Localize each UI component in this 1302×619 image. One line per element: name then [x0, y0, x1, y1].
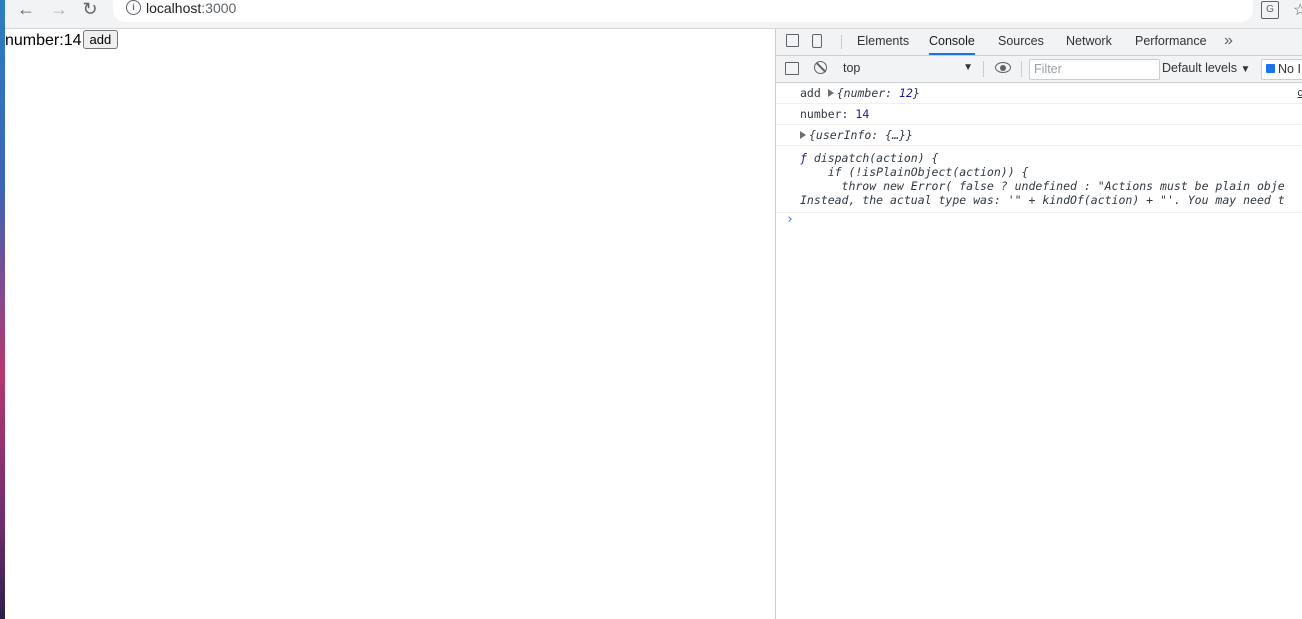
forward-arrow-icon[interactable]: →	[47, 0, 71, 20]
translate-icon[interactable]: G	[1261, 1, 1279, 19]
browser-toolbar: ← → ↻ i localhost:3000 G ☆	[5, 0, 1302, 29]
function-line: dispatch(action) {	[806, 151, 939, 165]
issues-label: No I	[1278, 62, 1301, 76]
log-levels-label: Default levels	[1162, 61, 1238, 75]
console-log-label: add	[800, 86, 821, 100]
console-message: add {number: 12} c	[776, 83, 1302, 104]
counter-row: number:14 add	[5, 30, 119, 50]
console-object[interactable]: {userInfo: {…}}	[809, 128, 913, 142]
function-line: Instead, the actual type was: '" + kindO…	[800, 193, 1285, 207]
expand-triangle-icon[interactable]	[827, 89, 834, 97]
console-sidebar-icon[interactable]	[785, 62, 799, 75]
console-function-message[interactable]: ƒ dispatch(action) { if (!isPlainObject(…	[776, 146, 1302, 213]
dropdown-arrow-icon: ▼	[1240, 64, 1251, 75]
toolbar-divider	[1021, 61, 1022, 77]
tab-network[interactable]: Network	[1066, 29, 1112, 55]
function-keyword: ƒ	[800, 151, 807, 165]
function-line: if (!isPlainObject(action)) {	[800, 165, 1029, 179]
device-toolbar-icon[interactable]	[812, 34, 822, 48]
info-icon[interactable]: i	[126, 0, 141, 15]
console-output: add {number: 12} c number: 14 {userInfo: …	[776, 83, 1302, 619]
log-levels-dropdown[interactable]: Default levels ▼	[1162, 59, 1250, 79]
tabbar-divider	[841, 35, 842, 49]
devtools-tabbar: Elements Console Sources Network Perform…	[776, 29, 1302, 56]
tab-performance[interactable]: Performance	[1135, 29, 1207, 55]
page-viewport: number:14 add	[5, 29, 775, 619]
toolbar-divider	[983, 61, 984, 77]
url-port: :3000	[201, 0, 237, 16]
live-expression-eye-icon[interactable]	[995, 62, 1011, 73]
more-tabs-chevron-icon[interactable]: »	[1224, 29, 1233, 53]
object-value: 12	[899, 86, 913, 100]
issues-flag-icon	[1266, 64, 1275, 73]
url-text[interactable]: localhost:3000	[146, 0, 236, 16]
context-selector[interactable]: top ▼	[843, 59, 977, 79]
bookmark-star-icon[interactable]: ☆	[1293, 0, 1302, 20]
back-arrow-icon[interactable]: ←	[14, 0, 38, 20]
devtools-panel: Elements Console Sources Network Perform…	[775, 29, 1302, 619]
console-prompt-chevron-icon[interactable]: ›	[786, 212, 794, 227]
context-label: top	[843, 61, 861, 75]
clear-console-icon[interactable]	[814, 61, 827, 74]
add-button[interactable]: add	[82, 30, 119, 49]
console-message: {userInfo: {…}}	[776, 125, 1302, 146]
dropdown-arrow-icon: ▼	[963, 62, 973, 73]
tab-sources[interactable]: Sources	[998, 29, 1044, 55]
console-toolbar: top ▼ Filter Default levels ▼ No I	[776, 56, 1302, 83]
counter-label: number:14	[5, 32, 82, 49]
console-number: 14	[855, 107, 870, 121]
inspect-element-icon[interactable]	[786, 34, 799, 47]
address-bar[interactable]: i localhost:3000	[113, 0, 1253, 22]
console-filter-input[interactable]: Filter	[1029, 59, 1160, 80]
url-host: localhost	[146, 0, 202, 16]
expand-triangle-icon[interactable]	[800, 131, 806, 139]
console-message: number: 14	[776, 104, 1302, 125]
function-line: throw new Error( false ? undefined : "Ac…	[800, 179, 1285, 193]
source-link[interactable]: c	[1298, 86, 1302, 100]
reload-icon[interactable]: ↻	[78, 0, 102, 20]
console-key: number:	[800, 107, 849, 121]
tab-elements[interactable]: Elements	[857, 29, 909, 55]
tab-console[interactable]: Console	[929, 29, 975, 55]
object-key: {number:	[836, 86, 900, 100]
object-close: }	[912, 86, 920, 100]
console-object[interactable]: {number: 12}	[837, 86, 920, 100]
issues-button[interactable]: No I	[1261, 59, 1302, 80]
